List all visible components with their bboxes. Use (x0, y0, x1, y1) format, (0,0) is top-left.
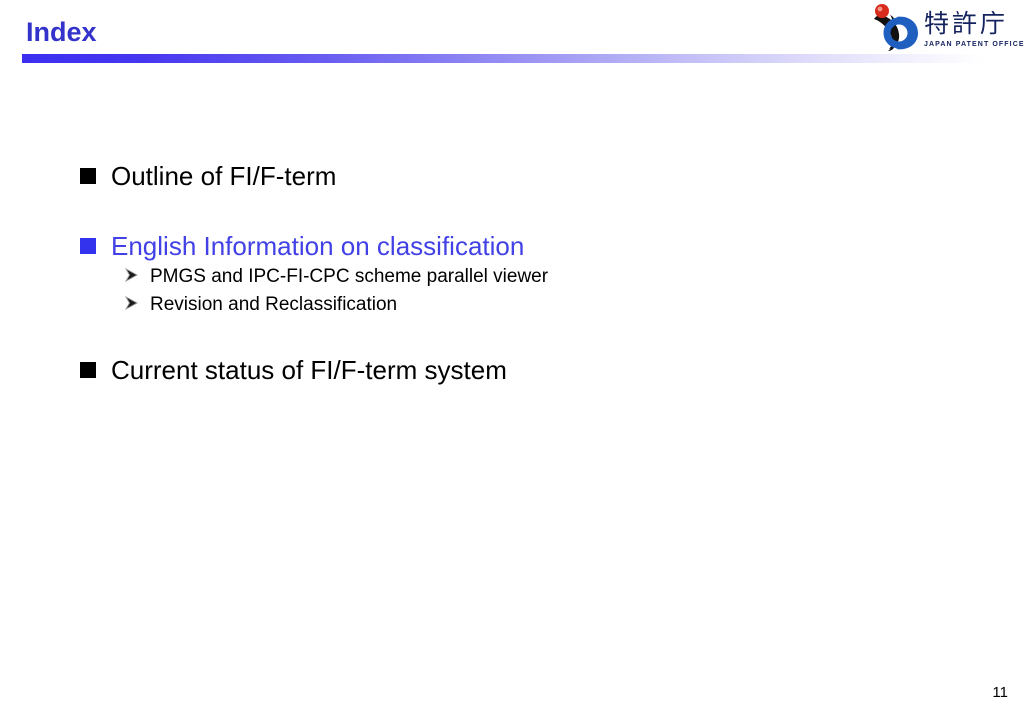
sub-bullet-label: Revision and Reclassification (150, 294, 398, 315)
arrow-bullet-icon (124, 294, 140, 316)
square-bullet-icon (80, 362, 96, 378)
square-bullet-icon (80, 238, 96, 254)
bullet-label: Current status of FI/F-term system (111, 355, 507, 385)
slide-body: Outline of FI/F-term English Information… (0, 0, 1024, 709)
sub-bullet-label: PMGS and IPC-FI-CPC scheme parallel view… (150, 266, 549, 287)
arrow-bullet-icon (124, 266, 140, 288)
bullet-item-outline: Outline of FI/F-term (80, 159, 336, 193)
sub-bullet-item-pmgs: PMGS and IPC-FI-CPC scheme parallel view… (124, 265, 548, 289)
bullet-label: Outline of FI/F-term (111, 161, 337, 191)
bullet-item-current-status: Current status of FI/F-term system (80, 353, 507, 387)
slide-canvas: Index 特許庁 JAPAN PATENT OFFICE Outline of… (0, 0, 1024, 709)
bullet-label: English Information on classification (111, 231, 525, 261)
square-bullet-icon (80, 168, 96, 184)
bullet-item-english-information: English Information on classification (80, 229, 524, 263)
sub-bullet-item-revision: Revision and Reclassification (124, 293, 397, 317)
page-number: 11 (992, 684, 1008, 701)
